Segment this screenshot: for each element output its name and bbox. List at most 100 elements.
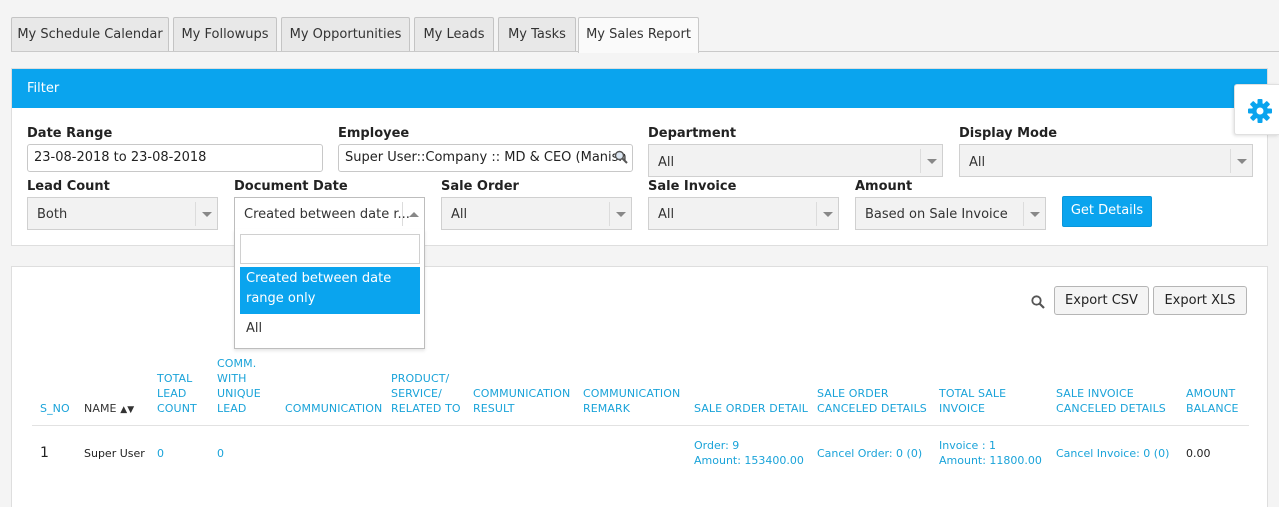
- header-line: TOTAL SALE: [939, 387, 1007, 400]
- cell-total-lead-count[interactable]: 0: [157, 446, 164, 461]
- filter-panel: Filter Date Range 23-08-2018 to 23-08-20…: [11, 68, 1268, 246]
- cell-amount-balance: 0.00: [1186, 447, 1211, 460]
- lead-count-select[interactable]: Both: [27, 197, 218, 230]
- sale-order-label: Sale Order: [441, 179, 519, 194]
- cell-sale-order-detail[interactable]: Order: 9 Amount: 153400.00: [694, 438, 804, 468]
- export-csv-button[interactable]: Export CSV: [1054, 286, 1149, 315]
- document-date-select[interactable]: Created between date r...: [234, 197, 425, 230]
- chevron-down-icon: [1230, 149, 1252, 173]
- col-header-amount-balance[interactable]: AMOUNT BALANCE: [1186, 386, 1239, 416]
- tab-schedule-calendar[interactable]: My Schedule Calendar: [11, 17, 169, 51]
- header-line: RESULT: [473, 402, 515, 415]
- amount-label: Amount: [855, 179, 913, 194]
- col-header-communication-remark[interactable]: COMMUNICATION REMARK: [583, 386, 680, 416]
- header-line: CANCELED DETAILS: [817, 402, 927, 415]
- cell-sale-invoice-canceled[interactable]: Cancel Invoice: 0 (0): [1056, 446, 1169, 461]
- display-mode-label: Display Mode: [959, 126, 1058, 141]
- tab-followups[interactable]: My Followups: [173, 17, 277, 51]
- header-line: COMM.: [217, 357, 257, 370]
- header-line: WITH: [217, 372, 247, 385]
- header-line: BALANCE: [1186, 402, 1239, 415]
- dropdown-option-all[interactable]: All: [240, 317, 420, 341]
- tab-sales-report[interactable]: My Sales Report: [578, 17, 699, 53]
- header-line: INVOICE: [939, 402, 986, 415]
- department-select[interactable]: All: [648, 144, 943, 177]
- col-header-sale-invoice-canceled[interactable]: SALE INVOICE CANCELED DETAILS: [1056, 386, 1166, 416]
- document-date-value: Created between date r...: [244, 207, 410, 222]
- cell-line: Amount: 11800.00: [939, 454, 1042, 467]
- search-icon[interactable]: [1031, 295, 1045, 309]
- sale-order-value: All: [451, 207, 468, 222]
- header-line: RELATED TO: [391, 402, 461, 415]
- report-panel: Export CSV Export XLS S_NO NAME ▲▼ TOTAL…: [11, 266, 1268, 507]
- tab-leads[interactable]: My Leads: [414, 17, 494, 51]
- get-details-button[interactable]: Get Details: [1062, 196, 1152, 227]
- cell-line: Order: 9: [694, 439, 740, 452]
- cell-comm-unique-lead[interactable]: 0: [217, 446, 224, 461]
- chevron-down-icon: [816, 202, 838, 226]
- header-divider: [32, 425, 1249, 426]
- date-range-input[interactable]: 23-08-2018 to 23-08-2018: [27, 144, 323, 172]
- header-line: SALE ORDER: [817, 387, 889, 400]
- header-line: LEAD: [157, 387, 187, 400]
- chevron-up-icon: [402, 202, 424, 226]
- cell-sale-order-canceled[interactable]: Cancel Order: 0 (0): [817, 446, 922, 461]
- col-header-s-no[interactable]: S_NO: [40, 401, 70, 416]
- department-label: Department: [648, 126, 737, 141]
- employee-value: Super User::Company :: MD & CEO (Manish …: [345, 150, 633, 165]
- col-header-communication[interactable]: COMMUNICATION: [285, 401, 382, 416]
- display-mode-select[interactable]: All: [959, 144, 1253, 177]
- employee-search-icon[interactable]: [614, 150, 628, 164]
- col-header-product[interactable]: PRODUCT/ SERVICE/ RELATED TO: [391, 371, 461, 416]
- chevron-down-icon: [1023, 202, 1045, 226]
- lead-count-value: Both: [37, 207, 68, 222]
- col-header-name[interactable]: NAME ▲▼: [84, 401, 134, 418]
- lead-count-label: Lead Count: [27, 179, 110, 194]
- display-mode-value: All: [969, 155, 986, 170]
- sale-invoice-value: All: [658, 207, 675, 222]
- sort-icon: ▲▼: [120, 405, 135, 415]
- dropdown-option-created-between[interactable]: Created between date range only: [240, 267, 420, 314]
- document-date-label: Document Date: [234, 179, 348, 194]
- dropdown-search-input[interactable]: [240, 234, 420, 264]
- tab-tasks[interactable]: My Tasks: [498, 17, 576, 51]
- chevron-down-icon: [609, 202, 631, 226]
- header-line: LEAD: [217, 402, 247, 415]
- sale-invoice-label: Sale Invoice: [648, 179, 737, 194]
- tab-opportunities[interactable]: My Opportunities: [281, 17, 410, 51]
- settings-tab[interactable]: [1234, 84, 1279, 135]
- col-header-total-lead-count[interactable]: TOTAL LEAD COUNT: [157, 371, 197, 416]
- header-line: REMARK: [583, 402, 631, 415]
- header-line: PRODUCT/: [391, 372, 450, 385]
- amount-value: Based on Sale Invoice: [865, 207, 1008, 222]
- document-date-dropdown: Created between date range only All: [234, 229, 425, 349]
- col-header-total-sale-invoice[interactable]: TOTAL SALE INVOICE: [939, 386, 1006, 416]
- col-header-name-label: NAME: [84, 402, 117, 415]
- department-value: All: [658, 155, 675, 170]
- header-line: SERVICE/: [391, 387, 442, 400]
- col-header-sale-order-detail[interactable]: SALE ORDER DETAIL: [694, 401, 808, 416]
- header-line: COUNT: [157, 402, 197, 415]
- filter-header: Filter: [12, 69, 1267, 108]
- sale-invoice-select[interactable]: All: [648, 197, 839, 230]
- header-line: COMMUNICATION: [473, 387, 571, 400]
- gear-icon: [1248, 99, 1272, 123]
- amount-select[interactable]: Based on Sale Invoice: [855, 197, 1046, 230]
- col-header-comm-unique-lead[interactable]: COMM. WITH UNIQUE LEAD: [217, 356, 261, 416]
- header-line: COMMUNICATION: [583, 387, 681, 400]
- cell-name: Super User: [84, 447, 145, 460]
- header-line: UNIQUE: [217, 387, 261, 400]
- employee-input[interactable]: Super User::Company :: MD & CEO (Manish …: [338, 144, 633, 172]
- col-header-communication-result[interactable]: COMMUNICATION RESULT: [473, 386, 570, 416]
- col-header-sale-order-canceled[interactable]: SALE ORDER CANCELED DETAILS: [817, 386, 927, 416]
- tab-bar: My Schedule Calendar My Followups My Opp…: [11, 17, 1279, 53]
- sale-order-select[interactable]: All: [441, 197, 632, 230]
- cell-total-sale-invoice[interactable]: Invoice : 1 Amount: 11800.00: [939, 438, 1042, 468]
- export-xls-button[interactable]: Export XLS: [1153, 286, 1247, 315]
- header-line: TOTAL: [157, 372, 193, 385]
- header-line: CANCELED DETAILS: [1056, 402, 1166, 415]
- header-line: AMOUNT: [1186, 387, 1236, 400]
- header-line: SALE INVOICE: [1056, 387, 1134, 400]
- date-range-label: Date Range: [27, 126, 113, 141]
- chevron-down-icon: [920, 149, 942, 173]
